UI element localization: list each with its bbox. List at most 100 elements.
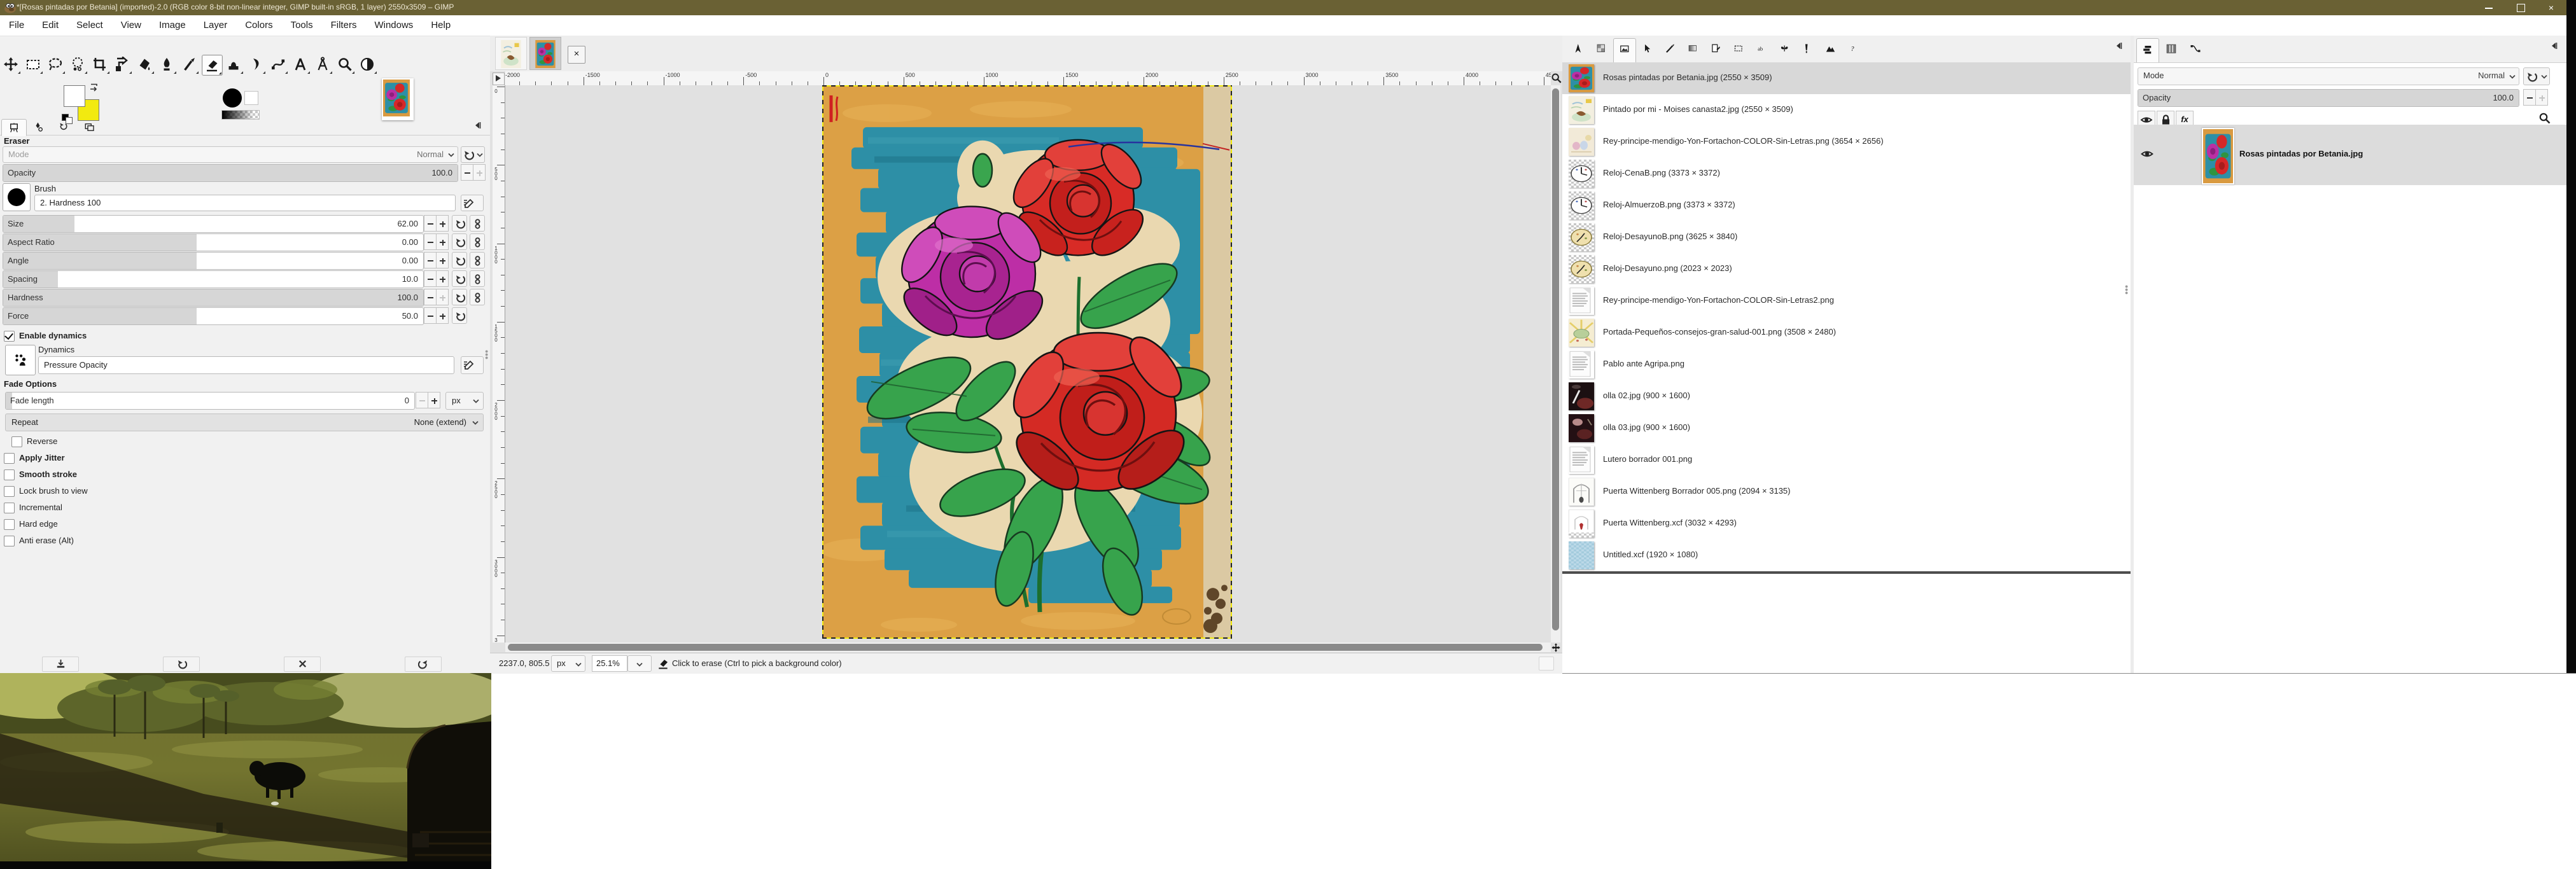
- incremental-checkbox[interactable]: Incremental: [4, 501, 481, 518]
- rosas-betania-tab[interactable]: [529, 37, 561, 70]
- tab-paths[interactable]: [2185, 38, 2206, 62]
- horizontal-scrollbar[interactable]: [505, 643, 1551, 652]
- zoom-follow-button[interactable]: [1551, 73, 1562, 85]
- dodge-burn-tool-button[interactable]: [358, 55, 377, 74]
- image-list-row[interactable]: Reloj-Desayuno.png (2023 × 2023): [1562, 253, 2131, 285]
- horizontal-scrollbar-thumb[interactable]: [508, 644, 1543, 651]
- tab-images[interactable]: [1613, 38, 1636, 62]
- tab-script-console[interactable]: [1842, 38, 1864, 62]
- close-tab-button[interactable]: ×: [568, 46, 585, 64]
- reset-button[interactable]: [452, 252, 467, 268]
- fade-unit-dropdown[interactable]: px: [445, 392, 484, 410]
- size-slider[interactable]: Size62.00: [3, 215, 486, 232]
- zoom-tool-button[interactable]: [335, 55, 355, 74]
- delete-tool-preset-button[interactable]: [284, 657, 321, 672]
- brush-thumbnail[interactable]: [3, 183, 31, 211]
- tab-layers[interactable]: [2136, 38, 2159, 62]
- layer-opacity-slider[interactable]: Opacity 100.0: [2138, 89, 2519, 107]
- active-brush-preview[interactable]: [223, 88, 242, 108]
- transform-tool-button[interactable]: [113, 55, 132, 74]
- link-to-brush-button[interactable]: [470, 215, 485, 232]
- measure-tool-button[interactable]: [313, 55, 333, 74]
- fade-increase-button[interactable]: [428, 392, 440, 408]
- image-list-row[interactable]: Portada-Pequeños-consejos-gran-salud-001…: [1562, 317, 2131, 349]
- layer-opacity-increase-button[interactable]: [2535, 89, 2548, 106]
- search-icon[interactable]: [2538, 112, 2552, 126]
- tab-gradients[interactable]: [1682, 38, 1704, 62]
- opacity-increase-button[interactable]: [473, 164, 486, 181]
- reset-button[interactable]: [452, 270, 467, 287]
- slider-track[interactable]: Hardness100.0: [3, 289, 424, 307]
- increase-button[interactable]: [436, 307, 449, 324]
- bucket-fill-tool-button[interactable]: [135, 55, 155, 74]
- menu-colors[interactable]: Colors: [236, 15, 281, 36]
- menu-help[interactable]: Help: [422, 15, 459, 36]
- foreground-color-swatch[interactable]: [64, 85, 85, 107]
- collapse-dock-icon[interactable]: [2549, 41, 2560, 52]
- menu-layer[interactable]: Layer: [195, 15, 237, 36]
- dock-grip[interactable]: ●●●: [2125, 285, 2129, 302]
- link-to-brush-button[interactable]: [470, 289, 485, 305]
- repeat-dropdown[interactable]: Repeat None (extend): [5, 414, 484, 431]
- layer-visible-eye-icon[interactable]: [2140, 148, 2154, 160]
- tab-pointer[interactable]: [1636, 38, 1658, 62]
- image-list-row[interactable]: Pablo ante Agripa.png: [1562, 349, 2131, 380]
- opacity-decrease-button[interactable]: [461, 164, 473, 181]
- angle-slider[interactable]: Angle0.00: [3, 252, 486, 268]
- tab-tool-presets[interactable]: [1567, 38, 1589, 62]
- restore-tool-preset-button[interactable]: [163, 657, 200, 672]
- image-list-row[interactable]: Lutero borrador 001.png: [1562, 444, 2131, 476]
- menu-tools[interactable]: Tools: [282, 15, 322, 36]
- slider-track[interactable]: Force50.0: [3, 307, 424, 325]
- menu-windows[interactable]: Windows: [365, 15, 422, 36]
- moses-canasta-tab[interactable]: [495, 37, 527, 70]
- vertical-scrollbar-thumb[interactable]: [1552, 88, 1559, 630]
- link-to-brush-button[interactable]: [470, 252, 485, 268]
- opacity-slider[interactable]: Opacity 100.0: [3, 164, 458, 182]
- menu-file[interactable]: File: [0, 15, 33, 36]
- hard-edge-checkbox[interactable]: Hard edge: [4, 518, 481, 534]
- image-list-row[interactable]: olla 02.jpg (900 × 1600): [1562, 380, 2131, 412]
- dock-grip[interactable]: ●●●: [485, 350, 489, 366]
- decrease-button[interactable]: [424, 289, 437, 305]
- reset-button[interactable]: [452, 233, 467, 250]
- link-to-brush-button[interactable]: [470, 270, 485, 287]
- canvas-image[interactable]: [823, 87, 1231, 637]
- image-list-row[interactable]: Rey-principe-mendigo-Yon-Fortachon-COLOR…: [1562, 126, 2131, 158]
- collapse-dock-icon[interactable]: [2113, 41, 2125, 52]
- image-list-row[interactable]: Reloj-CenaB.png (3373 × 3372): [1562, 158, 2131, 190]
- canvas-viewport[interactable]: [505, 85, 1551, 643]
- default-colors-icon[interactable]: [62, 112, 72, 123]
- spacing-slider[interactable]: Spacing10.0: [3, 270, 486, 287]
- force-slider[interactable]: Force50.0: [3, 307, 486, 324]
- lock-brush-to-view-checkbox[interactable]: Lock brush to view: [4, 485, 481, 501]
- maximize-button[interactable]: [2506, 0, 2535, 15]
- unit-dropdown[interactable]: px: [551, 655, 585, 672]
- free-select-tool-button[interactable]: [46, 55, 66, 74]
- slider-track[interactable]: Spacing10.0: [3, 270, 424, 288]
- reset-button[interactable]: [452, 307, 467, 324]
- decrease-button[interactable]: [424, 270, 437, 287]
- menu-image[interactable]: Image: [150, 15, 195, 36]
- anti-erase-alt--checkbox[interactable]: Anti erase (Alt): [4, 534, 481, 551]
- increase-button[interactable]: [436, 252, 449, 268]
- crop-tool-button[interactable]: [90, 55, 110, 74]
- image-list-row[interactable]: olla 03.jpg (900 × 1600): [1562, 412, 2131, 444]
- swap-colors-icon[interactable]: [89, 83, 98, 92]
- image-list-row[interactable]: Reloj-DesayunoB.png (3625 × 3840): [1562, 221, 2131, 253]
- enable-dynamics-checkbox[interactable]: Enable dynamics: [4, 330, 475, 346]
- reset-button[interactable]: [452, 215, 467, 232]
- brush-edit-button[interactable]: [461, 195, 484, 211]
- decrease-button[interactable]: [424, 233, 437, 250]
- link-to-brush-button[interactable]: [470, 233, 485, 250]
- tab-device-status[interactable]: [27, 119, 51, 135]
- minimize-button[interactable]: [2474, 0, 2503, 15]
- image-list-row[interactable]: Puerta Wittenberg.xcf (3032 × 4293): [1562, 508, 2131, 539]
- increase-button[interactable]: [436, 289, 449, 305]
- slider-track[interactable]: Size62.00: [3, 215, 424, 233]
- zoom-level-input[interactable]: 25.1%: [592, 655, 627, 672]
- increase-button[interactable]: [436, 270, 449, 287]
- layer-thumbnail[interactable]: [2202, 128, 2234, 184]
- move-tool-button[interactable]: [1, 55, 21, 74]
- active-image-preview[interactable]: [382, 78, 414, 120]
